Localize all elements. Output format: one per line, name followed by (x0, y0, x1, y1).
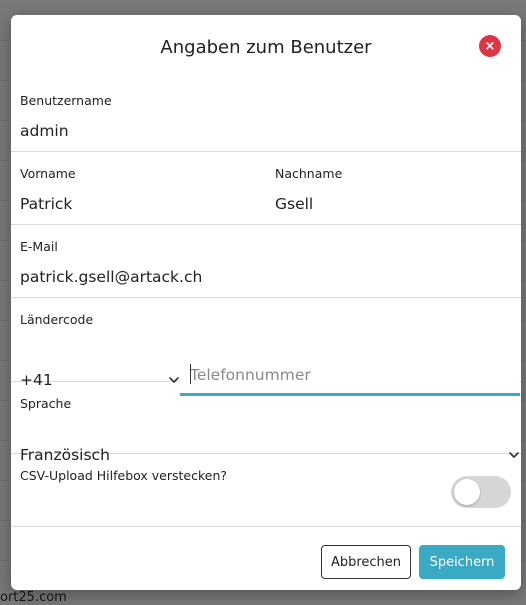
csv-help-label: CSV-Upload Hilfebox verstecken? (20, 468, 228, 483)
email-row: E-Mail patrick.gsell@artack.ch (11, 225, 521, 298)
lastname-value: Gsell (275, 195, 314, 213)
toggle-knob (454, 479, 480, 505)
csv-help-toggle[interactable] (451, 476, 511, 508)
close-icon: × (484, 38, 496, 54)
username-row: Benutzername admin (11, 79, 521, 152)
modal-header: Angaben zum Benutzer × (11, 15, 521, 79)
modal-title: Angaben zum Benutzer (160, 36, 372, 58)
user-details-modal: Angaben zum Benutzer × Benutzername admi… (11, 15, 521, 590)
username-value: admin (20, 122, 69, 140)
language-label: Sprache (20, 396, 72, 411)
save-button[interactable]: Speichern (419, 545, 505, 579)
language-select[interactable]: Französisch (20, 440, 520, 470)
username-label: Benutzername (20, 93, 112, 108)
firstname-label: Vorname (20, 166, 76, 181)
text-cursor (190, 364, 191, 384)
chevron-down-icon (509, 452, 519, 458)
modal-footer: Abbrechen Speichern (11, 526, 521, 590)
email-label: E-Mail (20, 239, 58, 254)
name-row: Vorname Patrick Nachname Gsell (11, 152, 521, 225)
lastname-label: Nachname (275, 166, 343, 181)
language-value: Französisch (20, 446, 110, 464)
firstname-value: Patrick (20, 195, 73, 213)
close-button[interactable]: × (479, 35, 501, 57)
email-value: patrick.gsell@artack.ch (20, 268, 203, 286)
cancel-button[interactable]: Abbrechen (321, 545, 411, 579)
country-code-label: Ländercode (20, 312, 94, 327)
